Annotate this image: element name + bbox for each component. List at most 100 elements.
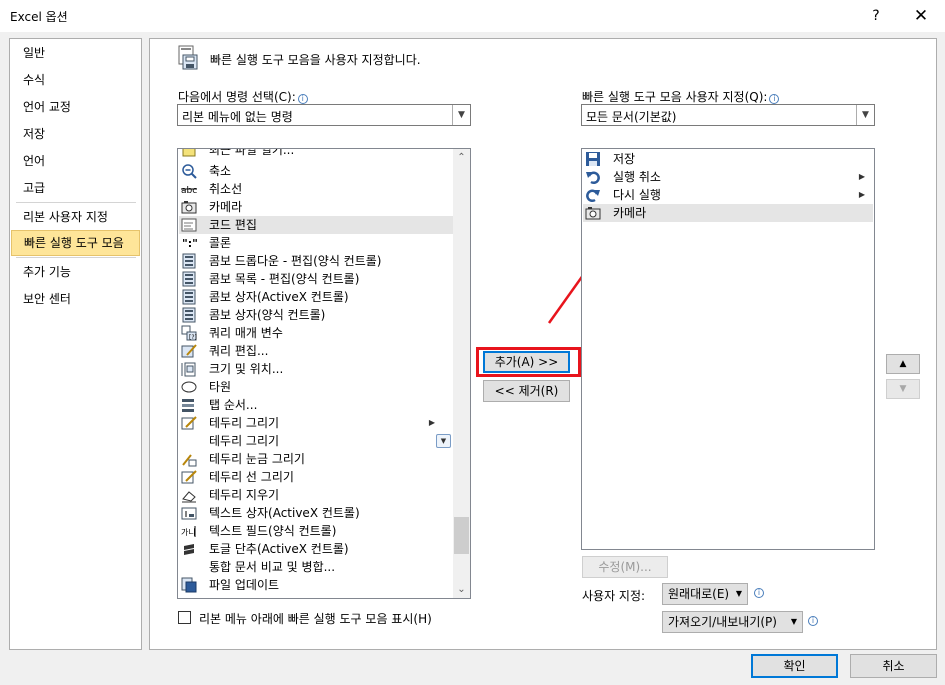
list-item-label: 코드 편집 [209, 218, 257, 232]
list-item[interactable]: 크기 및 위치... [179, 360, 453, 378]
svg-text:[?]: [?] [189, 334, 197, 341]
available-commands-scrollbar[interactable]: ⌃ ⌄ [453, 149, 470, 598]
nav-item-general[interactable]: 일반 [11, 40, 140, 66]
nav-item-formulas[interactable]: 수식 [11, 67, 140, 93]
list-item[interactable]: 테두리 그리기 ▼ [179, 432, 453, 450]
cancel-button[interactable]: 취소 [850, 654, 937, 678]
list-item[interactable]: 카메라 [179, 198, 453, 216]
customize-qat-label: 빠른 실행 도구 모음 사용자 지정(Q): i [582, 88, 780, 105]
close-button[interactable]: ✕ [906, 4, 936, 28]
customize-qat-value: 모든 문서(기본값) [586, 110, 677, 124]
show-below-ribbon-checkbox[interactable] [178, 611, 191, 624]
page-heading: 빠른 실행 도구 모음을 사용자 지정합니다. [210, 53, 421, 67]
list-item-label: 실행 취소 [613, 170, 661, 184]
list-item[interactable]: 테두리 선 그리기 [179, 468, 453, 486]
import-export-button-label: 가져오기/내보내기(P) [668, 615, 777, 629]
list-item[interactable]: 다시 실행 ▶ [583, 186, 873, 204]
chevron-down-icon[interactable]: ▼ [452, 105, 470, 125]
list-item[interactable]: 테두리 지우기 [179, 486, 453, 504]
move-up-button[interactable]: ▲ [886, 354, 920, 374]
draw-border-grid-icon [182, 454, 197, 467]
list-item[interactable]: 콤보 드롭다운 - 편집(양식 컨트롤) [179, 252, 453, 270]
available-commands-list[interactable]: 최근 파일 열기... 축소 abc 취소선 카메라 코드 편집 ":" 콜론 … [177, 148, 471, 599]
modify-button[interactable]: 수정(M)... [582, 556, 668, 578]
ok-button[interactable]: 확인 [751, 654, 838, 678]
colon-icon: ":" [182, 237, 197, 250]
list-item[interactable]: 테두리 눈금 그리기 [179, 450, 453, 468]
nav-item-advanced[interactable]: 고급 [11, 175, 140, 201]
customize-qat-combo[interactable]: 모든 문서(기본값) ▼ [581, 104, 875, 126]
list-item[interactable]: 저장 [583, 150, 873, 168]
list-item[interactable]: [?] 쿼리 매개 변수 [179, 324, 453, 342]
nav-item-save[interactable]: 저장 [11, 121, 140, 147]
help-button[interactable]: ? [862, 4, 890, 28]
info-icon[interactable]: i [754, 588, 764, 598]
list-item-label: 축소 [209, 164, 232, 178]
list-item[interactable]: 실행 취소 ▶ [583, 168, 873, 186]
list-item-label: 저장 [613, 152, 636, 166]
list-item[interactable]: 가니 텍스트 필드(양식 컨트롤) [179, 522, 453, 540]
nav-item-quick-access-toolbar[interactable]: 빠른 실행 도구 모음 [11, 230, 140, 256]
window-title: Excel 옵션 [10, 10, 68, 24]
svg-text:가니: 가니 [181, 527, 196, 537]
query-parameter-icon: [?] [181, 325, 197, 341]
nav-divider [16, 257, 136, 258]
list-item[interactable]: 토글 단추(ActiveX 컨트롤) [179, 540, 453, 558]
nav-item-language[interactable]: 언어 [11, 148, 140, 174]
zoom-out-icon [182, 164, 197, 179]
tab-order-icon [182, 399, 194, 412]
list-item-label: 콤보 상자(양식 컨트롤) [209, 308, 326, 322]
annotation-highlight-box [476, 347, 581, 377]
list-item[interactable]: 타원 [179, 378, 453, 396]
list-item[interactable]: 축소 [179, 162, 453, 180]
list-item[interactable]: 코드 편집 [179, 216, 453, 234]
list-item[interactable]: 테두리 그리기 ▶ [179, 414, 453, 432]
nav-item-customize-ribbon[interactable]: 리본 사용자 지정 [11, 204, 140, 230]
list-item[interactable]: 통합 문서 비교 및 병합... [179, 558, 453, 576]
chevron-down-icon[interactable]: ▼ [436, 434, 451, 448]
combo-list-icon [182, 271, 196, 287]
remove-button[interactable]: << 제거(R) [483, 380, 570, 402]
info-icon[interactable]: i [297, 94, 308, 104]
list-item[interactable]: 콤보 상자(ActiveX 컨트롤) [179, 288, 453, 306]
scrollbar-thumb[interactable] [454, 517, 469, 554]
combo-box-form-icon [182, 307, 196, 323]
move-down-button[interactable]: ▼ [886, 379, 920, 399]
list-item-label: 타원 [209, 380, 232, 394]
list-item-label: 카메라 [209, 200, 243, 214]
file-update-icon [181, 577, 197, 593]
chevron-down-icon[interactable]: ▼ [856, 105, 874, 125]
choose-commands-combo[interactable]: 리본 메뉴에 없는 명령 ▼ [177, 104, 471, 126]
text-box-icon [181, 507, 197, 520]
list-item[interactable]: ":" 콜론 [179, 234, 453, 252]
nav-divider [16, 202, 136, 203]
scroll-up-icon[interactable]: ⌃ [453, 149, 470, 166]
info-icon[interactable]: i [808, 616, 818, 626]
combo-box-activex-icon [182, 289, 196, 305]
list-item[interactable]: 파일 업데이트 [179, 576, 453, 594]
scroll-down-icon[interactable]: ⌄ [453, 581, 470, 598]
list-item-label: 다시 실행 [613, 188, 661, 202]
quick-access-toolbar-icon [178, 45, 198, 70]
title-bar: Excel 옵션 ? ✕ [0, 0, 945, 32]
choose-commands-label-text: 다음에서 명령 선택(C): [178, 90, 296, 104]
list-item-label: 테두리 눈금 그리기 [209, 452, 305, 466]
svg-text:abc: abc [181, 186, 197, 196]
nav-item-trust-center[interactable]: 보안 센터 [11, 286, 140, 312]
list-item[interactable]: 탭 순서... [179, 396, 453, 414]
qat-commands-list[interactable]: 저장 실행 취소 ▶ 다시 실행 ▶ 카메라 [581, 148, 875, 550]
list-item[interactable]: 카메라 [583, 204, 873, 222]
choose-commands-value: 리본 메뉴에 없는 명령 [182, 110, 293, 124]
info-icon[interactable]: i [769, 94, 780, 104]
nav-item-add-ins[interactable]: 추가 기능 [11, 259, 140, 285]
list-item[interactable]: 콤보 상자(양식 컨트롤) [179, 306, 453, 324]
list-item[interactable]: 텍스트 상자(ActiveX 컨트롤) [179, 504, 453, 522]
submenu-arrow-icon: ▶ [858, 190, 865, 199]
reset-button[interactable]: 원래대로(E) ▼ [662, 583, 748, 605]
list-item[interactable]: 최근 파일 열기... [179, 149, 453, 159]
import-export-button[interactable]: 가져오기/내보내기(P) ▼ [662, 611, 803, 633]
list-item[interactable]: 콤보 목록 - 편집(양식 컨트롤) [179, 270, 453, 288]
list-item[interactable]: 쿼리 편집... [179, 342, 453, 360]
list-item[interactable]: abc 취소선 [179, 180, 453, 198]
nav-item-proofing[interactable]: 언어 교정 [11, 94, 140, 120]
